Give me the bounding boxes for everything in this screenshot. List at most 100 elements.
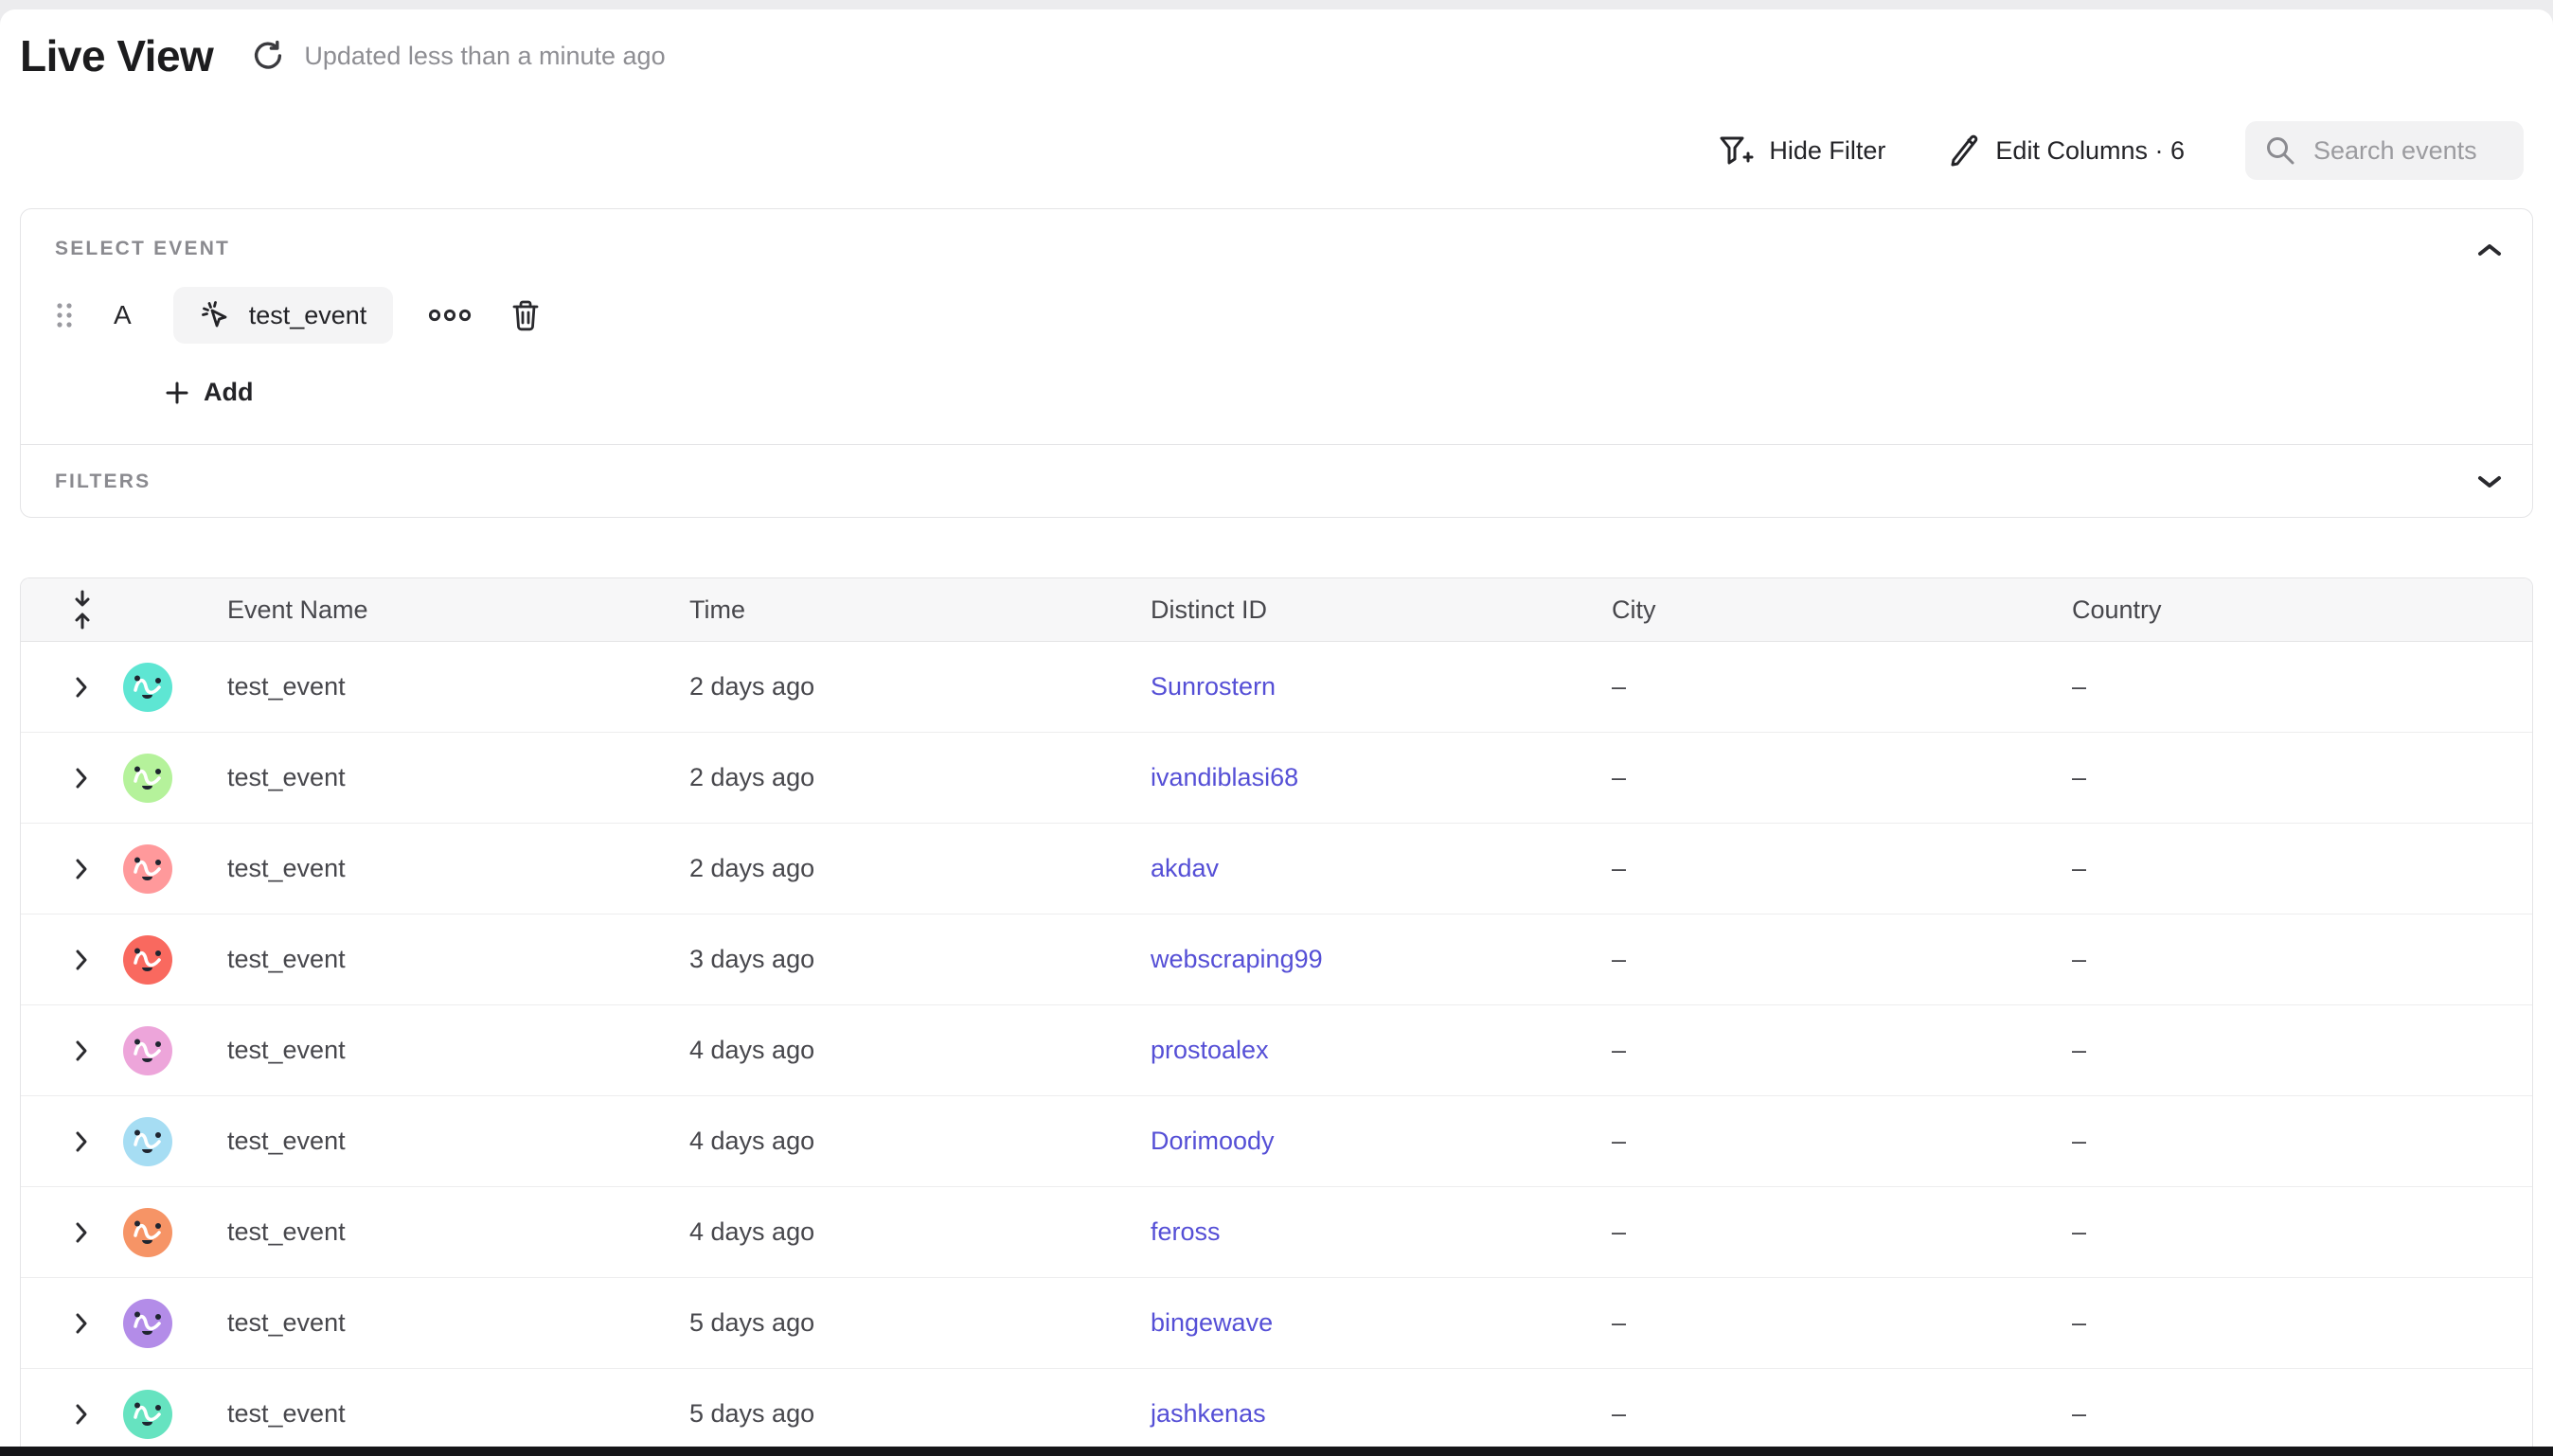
hide-filter-label: Hide Filter: [1769, 136, 1885, 166]
series-letter: A: [114, 300, 132, 330]
avatar: [123, 754, 172, 803]
avatar: [123, 1026, 172, 1075]
chevron-right-icon[interactable]: [74, 948, 89, 972]
distinct-id-link[interactable]: jashkenas: [1151, 1399, 1266, 1428]
edit-columns-button[interactable]: Edit Columns · 6: [1946, 133, 2185, 168]
avatar: [123, 1117, 172, 1166]
table-row[interactable]: test_event 2 days ago akdav – –: [21, 824, 2532, 914]
country-cell: –: [2072, 672, 2532, 701]
collapse-section-button[interactable]: [2475, 241, 2504, 258]
country-cell: –: [2072, 1308, 2532, 1338]
column-header-time[interactable]: Time: [689, 595, 1151, 625]
country-cell: –: [2072, 945, 2532, 974]
chevron-right-icon[interactable]: [74, 1402, 89, 1427]
trash-icon[interactable]: [510, 298, 541, 332]
table-row[interactable]: test_event 4 days ago Dorimoody – –: [21, 1096, 2532, 1187]
time-cell: 4 days ago: [689, 1036, 1151, 1065]
more-options-icon[interactable]: [427, 308, 473, 323]
country-cell: –: [2072, 854, 2532, 883]
column-header-city[interactable]: City: [1612, 595, 2072, 625]
table-row[interactable]: test_event 4 days ago prostoalex – –: [21, 1005, 2532, 1096]
filters-section[interactable]: FILTERS: [21, 445, 2532, 519]
city-cell: –: [1612, 1127, 2072, 1156]
table-header-row: Event Name Time Distinct ID City Country: [21, 578, 2532, 642]
event-name-cell: test_event: [227, 1217, 689, 1247]
avatar: [123, 1390, 172, 1439]
country-cell: –: [2072, 1127, 2532, 1156]
hide-filter-button[interactable]: Hide Filter: [1716, 133, 1885, 169]
refresh-icon: [251, 39, 285, 73]
row-lead-cell: [21, 935, 227, 985]
collapse-all-button[interactable]: [21, 590, 227, 630]
chevron-right-icon[interactable]: [74, 766, 89, 790]
distinct-id-link[interactable]: webscraping99: [1151, 945, 1323, 973]
row-lead-cell: [21, 663, 227, 712]
drag-handle-icon[interactable]: [55, 300, 74, 330]
distinct-id-link[interactable]: feross: [1151, 1217, 1221, 1246]
search-events-box[interactable]: [2245, 121, 2524, 180]
query-panel: SELECT EVENT: [20, 208, 2533, 518]
time-cell: 4 days ago: [689, 1127, 1151, 1156]
chevron-right-icon[interactable]: [74, 1039, 89, 1063]
event-name-cell: test_event: [227, 854, 689, 883]
city-cell: –: [1612, 1036, 2072, 1065]
country-cell: –: [2072, 763, 2532, 792]
main-content: Live View Updated less than a minute ago: [0, 9, 2553, 1456]
chevron-down-icon[interactable]: [2475, 473, 2504, 490]
event-name-cell: test_event: [227, 672, 689, 701]
city-cell: –: [1612, 763, 2072, 792]
collapse-vertical-icon: [70, 590, 95, 630]
plus-icon: [164, 380, 190, 406]
selected-event-name: test_event: [249, 301, 367, 330]
city-cell: –: [1612, 672, 2072, 701]
distinct-id-link[interactable]: bingewave: [1151, 1308, 1273, 1337]
chevron-right-icon[interactable]: [74, 675, 89, 700]
event-selector-button[interactable]: test_event: [173, 287, 394, 344]
add-label: Add: [204, 378, 253, 407]
city-cell: –: [1612, 854, 2072, 883]
event-name-cell: test_event: [227, 945, 689, 974]
distinct-id-link[interactable]: Dorimoody: [1151, 1127, 1275, 1155]
event-name-cell: test_event: [227, 1127, 689, 1156]
table-body: test_event 2 days ago Sunrostern – –: [21, 642, 2532, 1456]
table-row[interactable]: test_event 4 days ago feross – –: [21, 1187, 2532, 1278]
column-header-event-name[interactable]: Event Name: [227, 595, 689, 625]
table-row[interactable]: test_event 5 days ago jashkenas – –: [21, 1369, 2532, 1456]
table-row[interactable]: test_event 5 days ago bingewave – –: [21, 1278, 2532, 1369]
select-event-section: SELECT EVENT: [21, 209, 2532, 444]
country-cell: –: [2072, 1217, 2532, 1247]
avatar: [123, 1299, 172, 1348]
distinct-id-link[interactable]: Sunrostern: [1151, 672, 1276, 701]
chevron-right-icon[interactable]: [74, 857, 89, 881]
avatar: [123, 663, 172, 712]
add-event-button[interactable]: Add: [164, 378, 287, 407]
table-row[interactable]: test_event 3 days ago webscraping99 – –: [21, 914, 2532, 1005]
city-cell: –: [1612, 1217, 2072, 1247]
city-cell: –: [1612, 1308, 2072, 1338]
toolbar: Hide Filter Edit Columns · 6: [1716, 121, 2524, 180]
refresh-button[interactable]: [249, 37, 287, 75]
column-header-distinct-id[interactable]: Distinct ID: [1151, 595, 1612, 625]
distinct-id-link[interactable]: akdav: [1151, 854, 1219, 882]
updated-status: Updated less than a minute ago: [304, 42, 665, 71]
time-cell: 3 days ago: [689, 945, 1151, 974]
search-icon: [2264, 134, 2296, 167]
select-event-label: SELECT EVENT: [55, 209, 2498, 260]
column-header-country[interactable]: Country: [2072, 595, 2532, 625]
chevron-right-icon[interactable]: [74, 1129, 89, 1154]
row-lead-cell: [21, 1299, 227, 1348]
live-view-page: Live View Updated less than a minute ago: [0, 0, 2553, 1456]
distinct-id-link[interactable]: prostoalex: [1151, 1036, 1269, 1064]
event-query-row: A test_event: [55, 285, 2498, 346]
distinct-id-link[interactable]: ivandiblasi68: [1151, 763, 1298, 791]
avatar: [123, 1208, 172, 1257]
row-lead-cell: [21, 1208, 227, 1257]
row-lead-cell: [21, 844, 227, 894]
bottom-edge-bar: [0, 1447, 2553, 1456]
chevron-right-icon[interactable]: [74, 1220, 89, 1245]
table-row[interactable]: test_event 2 days ago Sunrostern – –: [21, 642, 2532, 733]
chevron-right-icon[interactable]: [74, 1311, 89, 1336]
time-cell: 2 days ago: [689, 854, 1151, 883]
table-row[interactable]: test_event 2 days ago ivandiblasi68 – –: [21, 733, 2532, 824]
search-events-input[interactable]: [2313, 136, 2503, 166]
